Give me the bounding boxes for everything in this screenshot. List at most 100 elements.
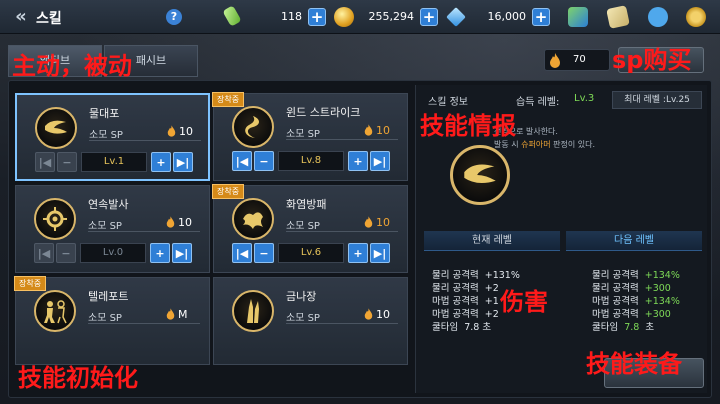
annotation-tabs: 主动，被动: [12, 52, 132, 80]
flame-icon: [550, 53, 560, 68]
gold-value: 255,294: [368, 10, 415, 23]
rapid-fire-icon: [34, 198, 76, 240]
min-level-button[interactable]: |◀: [232, 151, 252, 171]
equipped-badge: 장착중: [212, 92, 245, 107]
gold-resource: 255,294 +: [334, 6, 438, 28]
skill-name: 텔레포트: [88, 290, 129, 303]
skill-name: 연속발사: [88, 198, 129, 211]
sp-label: 소모 SP: [89, 130, 123, 141]
max-level-button[interactable]: ▶|: [172, 243, 192, 263]
teleport-icon: [34, 290, 76, 332]
max-level-button[interactable]: ▶|: [173, 152, 193, 172]
add-gem-button[interactable]: +: [532, 8, 550, 26]
gem-resource: 16,000 +: [446, 6, 550, 28]
level-field: Lv.6: [278, 243, 344, 263]
add-stamina-button[interactable]: +: [308, 8, 326, 26]
gem-value: 16,000: [487, 10, 527, 23]
annotation-equip: 技能装备: [586, 350, 682, 378]
equipped-badge: 장착중: [212, 184, 245, 199]
skill-name: 금나장: [286, 290, 317, 303]
stamina-value: 118: [281, 10, 302, 23]
level-stepper: |◀ − Lv.1 + ▶|: [35, 152, 195, 174]
increase-level-button[interactable]: +: [150, 243, 170, 263]
page-title: 스킬: [36, 11, 62, 27]
scroll-icon[interactable]: [606, 5, 630, 29]
flame-icon: [364, 216, 373, 228]
current-level-header: 현재 레벨: [424, 231, 560, 251]
add-gold-button[interactable]: +: [420, 8, 438, 26]
decrease-level-button[interactable]: −: [57, 152, 77, 172]
max-level-button[interactable]: ▶|: [370, 243, 390, 263]
stat-row: 마법 공격력 +134%: [592, 296, 680, 307]
sp-cost: 10: [376, 216, 390, 229]
decrease-level-button[interactable]: −: [254, 151, 274, 171]
increase-level-button[interactable]: +: [151, 152, 171, 172]
stamina-resource: 118 +: [222, 5, 326, 28]
flame-icon: [167, 125, 176, 137]
stat-row: 물리 공격력 +131%: [432, 270, 520, 281]
skill-card-rapid-fire[interactable]: 연속발사 소모 SP 10 |◀ − Lv.0 + ▶|: [15, 185, 210, 273]
min-level-button[interactable]: |◀: [35, 152, 55, 172]
level-field: Lv.1: [81, 152, 147, 172]
gear-icon[interactable]: [686, 7, 706, 27]
flame-icon: [166, 308, 175, 320]
skill-name: 화염방패: [286, 198, 327, 211]
divider: [286, 231, 398, 232]
skill-card-wind-strike[interactable]: 장착중 윈드 스트라이크 소모 SP 10 |◀ − Lv.8 + ▶|: [212, 92, 408, 181]
skill-card-flame-shield[interactable]: 장착중 화염방패 소모 SP 10 |◀ − Lv.6 + ▶|: [212, 184, 408, 273]
annotation-skill-info: 技能情报: [420, 112, 516, 140]
top-bar: « 스킬 ? 118 + 255,294 + 16,000 +: [0, 0, 720, 34]
level-field: Lv.0: [80, 243, 146, 263]
selected-skill-icon: [450, 145, 510, 205]
decrease-level-button[interactable]: −: [56, 243, 76, 263]
skill-card-teleport[interactable]: 장착중 텔레포트 소모 SP M: [14, 276, 210, 365]
next-level-stats: 물리 공격력 +134% 물리 공격력 +300 마법 공격력 +134% 마법 공격…: [592, 269, 680, 334]
gift-icon[interactable]: [568, 7, 588, 27]
super-armor-highlight: 슈퍼아머: [521, 140, 551, 149]
annotation-damage: 伤害: [500, 288, 548, 316]
wind-strike-icon: [232, 106, 274, 148]
golden-palm-icon: [232, 290, 274, 332]
min-level-button[interactable]: |◀: [232, 243, 252, 263]
sp-counter: 70: [544, 49, 610, 71]
min-level-button[interactable]: |◀: [34, 243, 54, 263]
max-level-button[interactable]: ▶|: [370, 151, 390, 171]
skill-card-golden-palm[interactable]: 금나장 소모 SP 10: [213, 277, 408, 365]
skill-card-water-cannon[interactable]: 물대포 소모 SP 10 |◀ − Lv.1 + ▶|: [15, 93, 210, 181]
divider: [286, 323, 398, 324]
sp-label: 소모 SP: [286, 221, 320, 232]
level-stepper: |◀ − Lv.6 + ▶|: [232, 243, 392, 265]
diamond-icon: [446, 7, 466, 27]
stat-row: 물리 공격력 +300: [592, 283, 671, 294]
next-level-header: 다음 레벨: [566, 231, 702, 251]
decrease-level-button[interactable]: −: [254, 243, 274, 263]
sp-cost: 10: [179, 125, 193, 138]
stat-row: 쿨타임 7.8 초: [432, 322, 492, 333]
sp-cost: M: [178, 308, 188, 321]
flame-icon: [166, 216, 175, 228]
sp-label: 소모 SP: [88, 221, 122, 232]
flame-icon: [364, 308, 373, 320]
max-level-badge: 최대 레벨 :Lv.25: [612, 91, 702, 109]
tablet-icon: [222, 5, 242, 27]
skill-name: 윈드 스트라이크: [286, 106, 361, 119]
level-stepper: |◀ − Lv.0 + ▶|: [34, 243, 194, 265]
stat-row: 물리 공격력 +134%: [592, 270, 680, 281]
sp-cost: 10: [376, 124, 390, 137]
chat-icon[interactable]: [648, 7, 668, 27]
stat-row: 쿨타임 7.8 초: [592, 322, 655, 333]
help-button[interactable]: ?: [166, 9, 182, 25]
increase-level-button[interactable]: +: [348, 151, 368, 171]
divider: [88, 323, 200, 324]
sp-value: 70: [573, 54, 586, 65]
back-button[interactable]: «: [8, 6, 34, 28]
increase-level-button[interactable]: +: [348, 243, 368, 263]
stat-row: 마법 공격력 +300: [592, 309, 671, 320]
coin-icon: [334, 7, 354, 27]
sp-cost: 10: [178, 216, 192, 229]
annotation-reset: 技能初始化: [18, 364, 138, 392]
divider: [89, 140, 201, 141]
divider: [88, 231, 200, 232]
flame-icon: [364, 124, 373, 136]
sp-label: 소모 SP: [88, 313, 122, 324]
